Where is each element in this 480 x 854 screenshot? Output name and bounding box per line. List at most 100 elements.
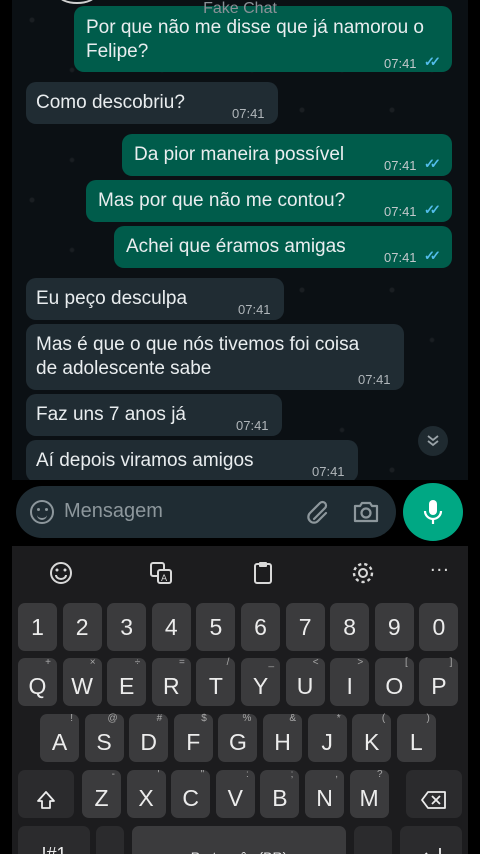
- key-j[interactable]: * J: [307, 713, 347, 762]
- key-label: !#1: [41, 844, 67, 854]
- key-label: Português (BR): [191, 849, 287, 854]
- message-outgoing[interactable]: Da pior maneira possível 07:41 ✓✓: [122, 134, 452, 176]
- key-alt-symbol: [: [405, 657, 408, 668]
- read-receipt-icon: ✓✓: [424, 248, 441, 263]
- message-time: 07:41: [236, 418, 269, 433]
- key-h[interactable]: & H: [263, 713, 302, 762]
- key-alt-symbol: (: [381, 713, 386, 724]
- key-label: K: [364, 729, 380, 755]
- message-input[interactable]: Mensagem: [64, 500, 163, 523]
- key-u[interactable]: < U: [285, 657, 325, 706]
- camera-icon[interactable]: [352, 499, 380, 525]
- key-9[interactable]: 9: [374, 603, 414, 651]
- settings-icon[interactable]: [348, 558, 378, 588]
- key-t[interactable]: / T: [196, 657, 236, 706]
- key-alt-symbol: ÷: [134, 657, 141, 668]
- key-8[interactable]: 8: [330, 603, 370, 651]
- key-p[interactable]: ] P: [419, 657, 459, 706]
- key-label: A: [51, 729, 68, 755]
- key-k[interactable]: (K: [352, 713, 392, 762]
- key-s[interactable]: @ S: [84, 713, 124, 762]
- message-text: Mas por que não me contou?: [98, 190, 346, 211]
- key-m[interactable]: ? M: [349, 769, 389, 818]
- comma-key[interactable]: [96, 826, 124, 854]
- backspace-icon: [421, 791, 446, 809]
- message-time: 07:41: [384, 250, 417, 265]
- key-7[interactable]: 7: [285, 603, 325, 651]
- key-w[interactable]: × W: [62, 657, 102, 706]
- key-f[interactable]: $ F: [173, 713, 213, 762]
- message-text: Como descobriu?: [36, 92, 185, 113]
- key-alt-symbol: -: [111, 769, 115, 780]
- message-text: Eu peço desculpa: [36, 288, 188, 309]
- key-v[interactable]: :V: [215, 769, 255, 818]
- key-b[interactable]: ; B: [260, 769, 300, 818]
- key-o[interactable]: [O: [374, 657, 414, 706]
- key-alt-symbol: @: [107, 713, 118, 724]
- emoji-keyboard-icon[interactable]: [46, 558, 76, 588]
- key-label: Z: [94, 785, 109, 811]
- key-y[interactable]: _ Y: [241, 657, 280, 706]
- paperclip-icon[interactable]: [306, 499, 332, 525]
- clipboard-icon[interactable]: [248, 558, 278, 588]
- key-g[interactable]: % G: [218, 713, 258, 762]
- key-5[interactable]: 5: [196, 603, 236, 651]
- key-3[interactable]: 3: [107, 603, 147, 651]
- symbols-key[interactable]: !#1: [18, 826, 90, 854]
- chat-area[interactable]: Por que não me disse que já namorou o Fe…: [12, 0, 468, 480]
- key-alt-symbol: %: [242, 713, 252, 724]
- key-4[interactable]: 4: [151, 603, 191, 651]
- key-z[interactable]: -Z: [82, 769, 121, 818]
- message-text: Faz uns 7 anos já: [36, 404, 186, 425]
- message-outgoing[interactable]: Mas por que não me contou? 07:41 ✓✓: [86, 180, 452, 222]
- key-alt-symbol: &: [289, 713, 296, 724]
- emoji-icon[interactable]: [30, 500, 54, 524]
- key-e[interactable]: ÷ E: [107, 657, 147, 706]
- key-x[interactable]: ' X: [126, 769, 166, 818]
- message-input-bar[interactable]: Mensagem: [16, 486, 396, 538]
- key-alt-symbol: _: [268, 657, 274, 668]
- key-alt-symbol: ×: [89, 657, 96, 668]
- more-icon[interactable]: ...: [430, 554, 460, 584]
- key-label: I: [346, 673, 353, 699]
- period-key[interactable]: [354, 826, 392, 854]
- shift-key[interactable]: [18, 770, 74, 818]
- key-l[interactable]: ) L: [396, 713, 436, 762]
- key-alt-symbol: ): [426, 713, 430, 724]
- microphone-icon: [423, 500, 443, 524]
- message-incoming[interactable]: Como descobriu? 07:41: [26, 82, 278, 124]
- key-label: 8: [343, 614, 357, 640]
- message-time: 07:41: [232, 106, 265, 121]
- key-n[interactable]: ,N: [305, 769, 344, 818]
- translate-icon[interactable]: A: [146, 558, 176, 588]
- key-1[interactable]: 1: [18, 603, 57, 651]
- message-incoming[interactable]: Eu peço desculpa 07:41: [26, 278, 284, 320]
- key-label: 9: [387, 614, 401, 640]
- key-label: D: [140, 729, 157, 755]
- backspace-key[interactable]: [406, 770, 462, 818]
- key-label: [35, 785, 57, 811]
- microphone-button[interactable]: [403, 483, 463, 541]
- key-label: Y: [252, 673, 269, 699]
- key-alt-symbol: ,: [335, 769, 338, 780]
- key-label: 0: [432, 614, 446, 640]
- key-6[interactable]: 6: [241, 603, 280, 651]
- key-r[interactable]: = R: [151, 657, 191, 706]
- message-time: 07:41: [312, 464, 345, 479]
- key-i[interactable]: > I: [330, 657, 370, 706]
- message-incoming[interactable]: Aí depois viramos amigos 07:41: [26, 440, 358, 480]
- key-0[interactable]: 0: [419, 603, 459, 651]
- key-d[interactable]: # D: [129, 713, 169, 762]
- key-label: 2: [75, 614, 89, 640]
- message-incoming[interactable]: Faz uns 7 anos já 07:41: [26, 394, 282, 436]
- message-incoming[interactable]: Mas é que o que nós tivemos foi coisa de…: [26, 324, 404, 390]
- key-c[interactable]: " C: [171, 769, 211, 818]
- key-2[interactable]: 2: [62, 603, 102, 651]
- space-bar[interactable]: Português (BR): [132, 826, 346, 854]
- message-outgoing[interactable]: Achei que éramos amigas 07:41 ✓✓: [114, 226, 452, 268]
- enter-key[interactable]: [400, 826, 462, 854]
- double-chevron-down-icon[interactable]: [418, 426, 448, 456]
- message-time: 07:41: [384, 204, 417, 219]
- key-a[interactable]: ! A: [40, 713, 79, 762]
- key-q[interactable]: + Q: [18, 657, 57, 706]
